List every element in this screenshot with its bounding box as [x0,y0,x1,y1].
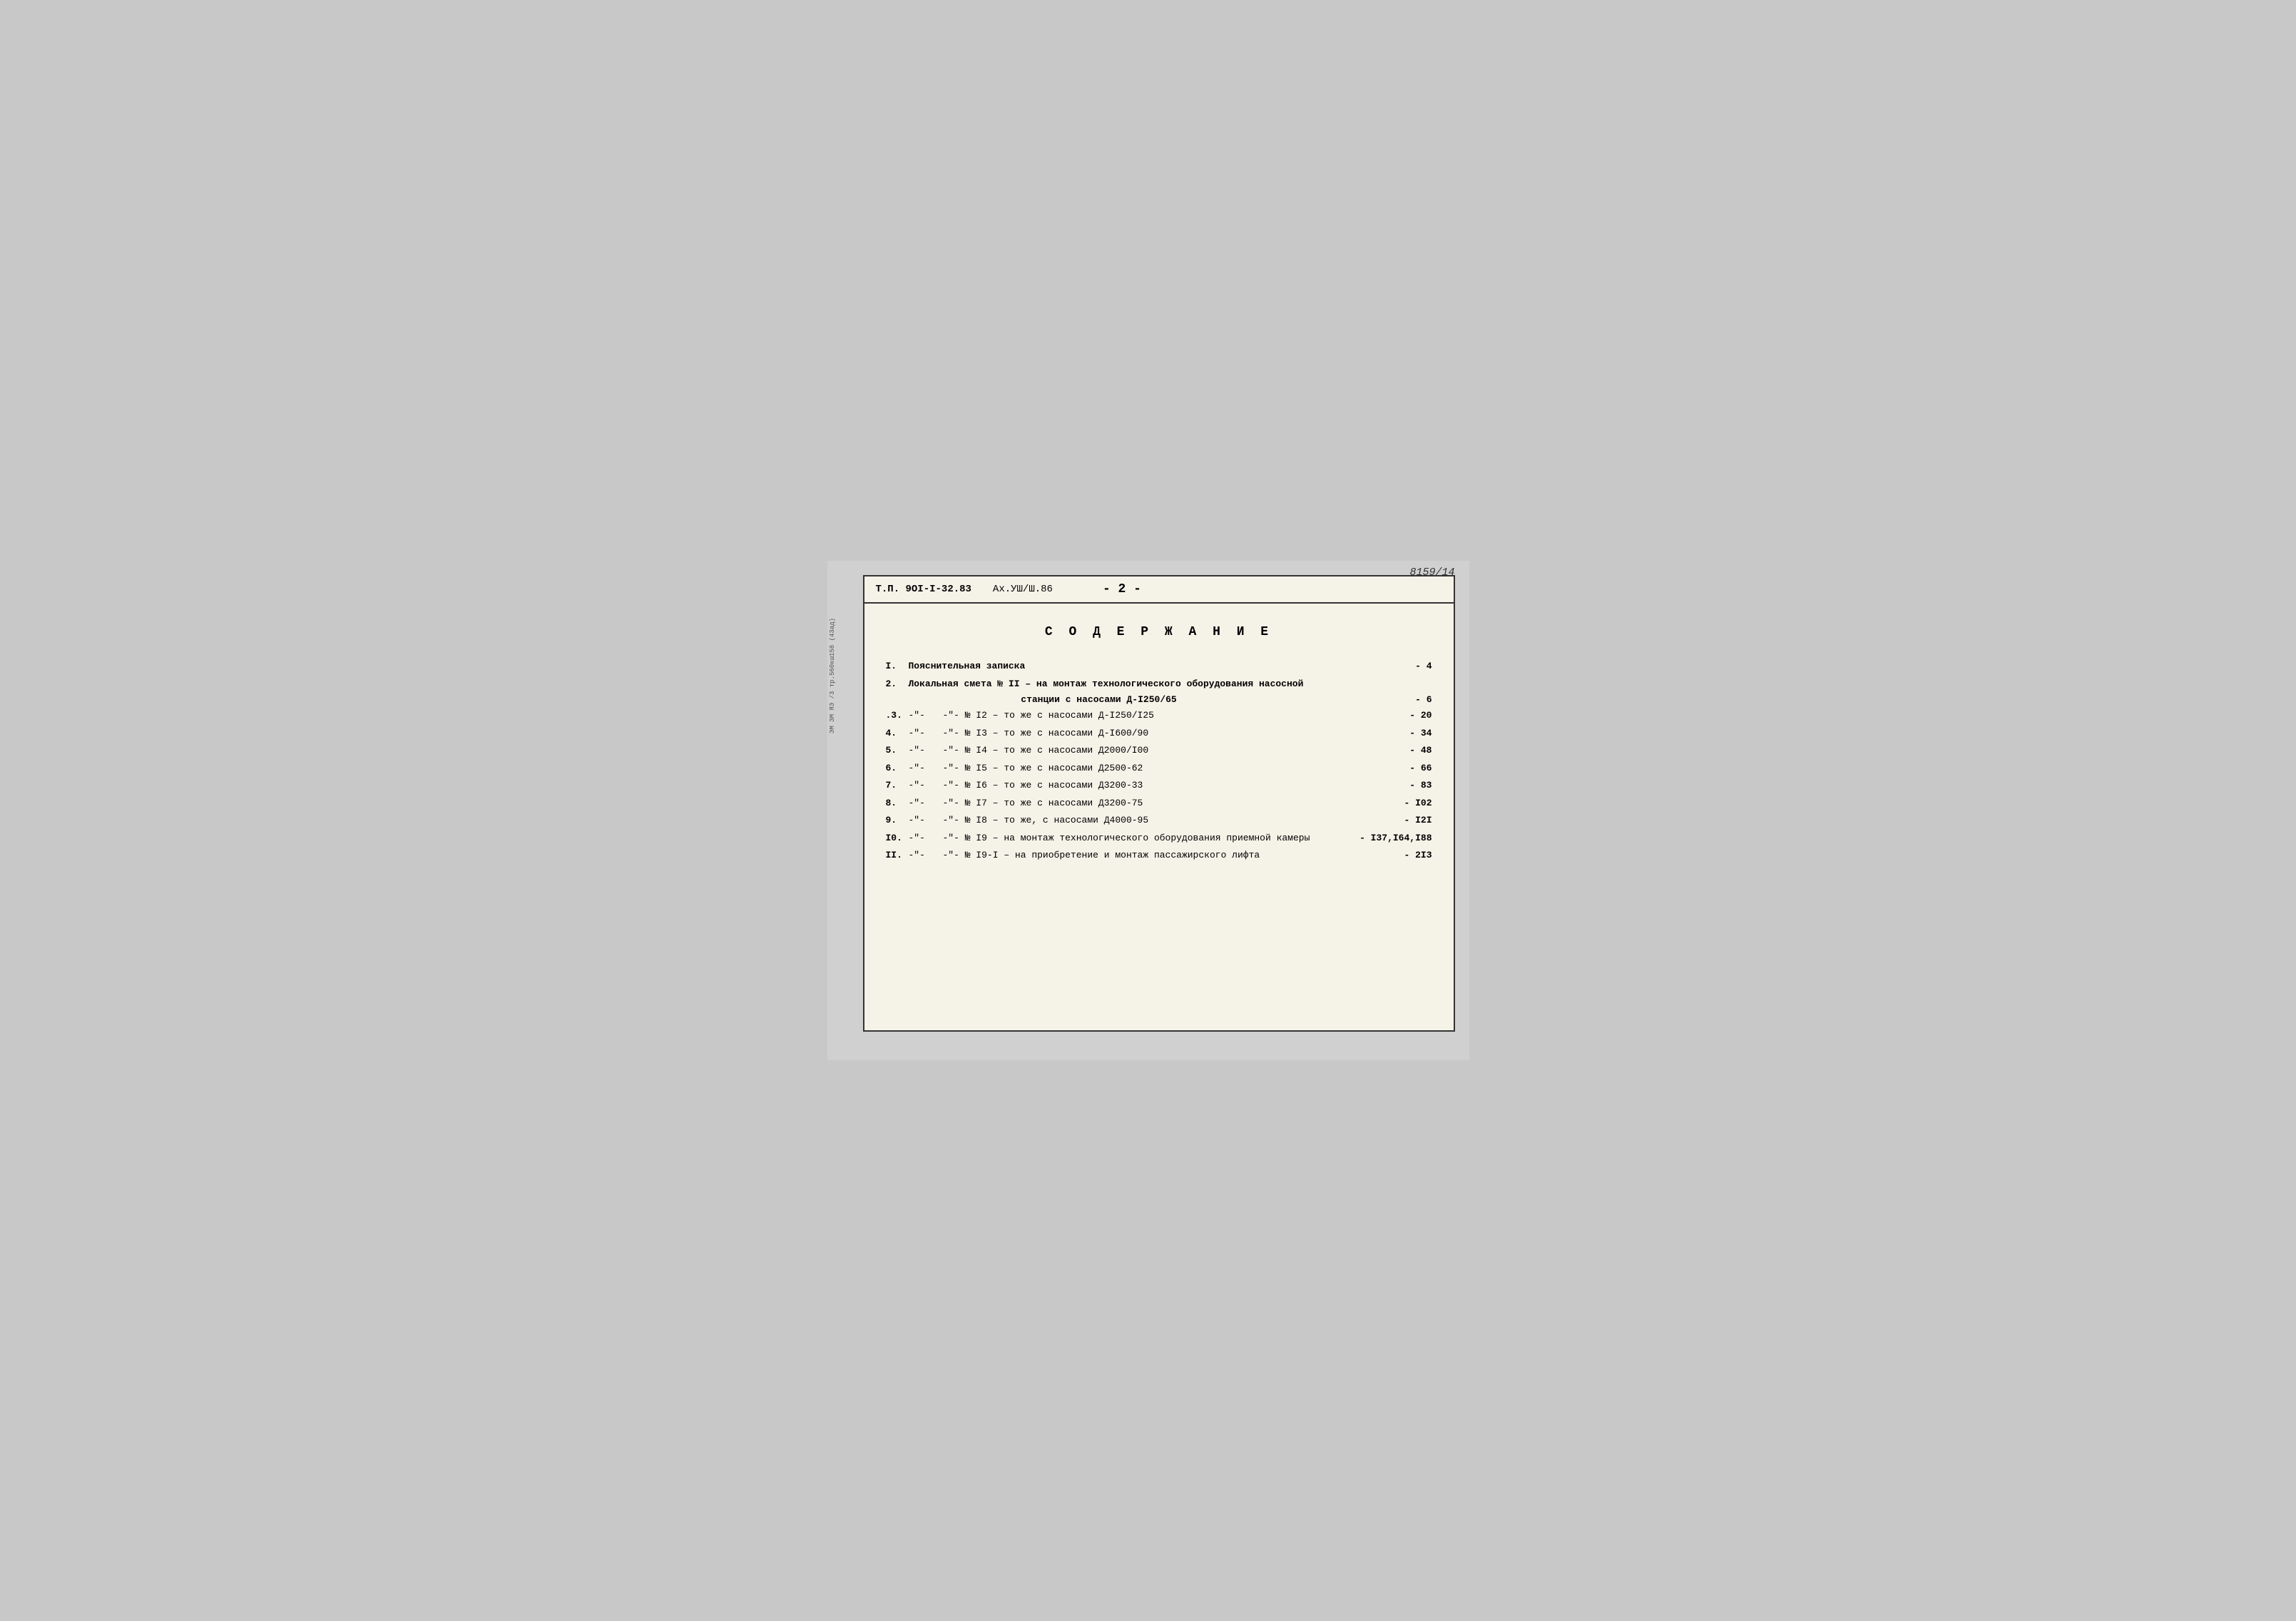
content-area: С О Д Е Р Ж А Н И Е I. Пояснительная зап… [864,604,1454,880]
entry-9-text: -"- № I8 – то же, с насосами Д4000-95 [943,813,1347,828]
toc-entry-4: 4. -"- -"- № I3 – то же с насосами Д-I60… [886,726,1432,741]
toc-entry-1: I. Пояснительная записка - 4 [886,659,1432,674]
toc-entry-9: 9. -"- -"- № I8 – то же, с насосами Д400… [886,813,1432,828]
entry-8-text: -"- № I7 – то же с насосами Д3200-75 [943,796,1347,810]
entry-4-dash: -"- [909,726,929,741]
entry-3-text: -"- № I2 – то же с насосами Д-I250/I25 [943,708,1347,723]
entry-10-dash: -"- [909,831,929,845]
entry-10-text: -"- № I9 – на монтаж технологического об… [943,831,1347,845]
entry-5-num: 5. [886,743,909,758]
entry-5-page: - 48 [1347,743,1432,758]
entry-4-text: -"- № I3 – то же с насосами Д-I600/90 [943,726,1347,741]
entry-10-num: I0. [886,831,909,845]
toc-entry-7: 7. -"- -"- № I6 – то же с насосами Д3200… [886,778,1432,793]
entry-3-dash: -"- [909,708,929,723]
entry-7-page: - 83 [1347,778,1432,793]
toc-entry-2: 2. Локальная смета № II – на монтаж техн… [886,677,1432,691]
header-ax: Ах.УШ/Ш.86 [993,584,1053,595]
entry-6-num: 6. [886,761,909,776]
left-margin-text: ЭМ ЗМ ЯЭ /3 тр.560кш158 (43ад) [829,618,836,733]
entry-1-num: I. [886,659,909,674]
entry-6-page: - 66 [1347,761,1432,776]
entry-11-text: -"- № I9-I – на приобретение и монтаж па… [943,848,1347,863]
entry-8-page: - I02 [1347,796,1432,810]
header-tp: Т.П. 9ОI-I-32.83 [876,584,971,595]
entry-5-text: -"- № I4 – то же с насосами Д2000/I00 [943,743,1347,758]
header-page: - 2 - [1103,582,1141,596]
entry-8-dash: -"- [909,796,929,810]
entry-2-num: 2. [886,677,909,691]
page-number-top: 8159/14 [1409,566,1454,579]
entry-9-page: - I2I [1347,813,1432,828]
entry-7-num: 7. [886,778,909,793]
toc-entry-10: I0. -"- -"- № I9 – на монтаж технологиче… [886,831,1432,845]
document-border: Т.П. 9ОI-I-32.83 Ах.УШ/Ш.86 - 2 - С О Д … [863,575,1455,1032]
toc-entry-3: .3. -"- -"- № I2 – то же с насосами Д-I2… [886,708,1432,723]
entry-8-num: 8. [886,796,909,810]
entry-6-text: -"- № I5 – то же с насосами Д2500-62 [943,761,1347,776]
entry-1-text: Пояснительная записка [909,659,1347,674]
page-wrapper: 8159/14 ЭМ ЗМ ЯЭ /3 тр.560кш158 (43ад) Т… [827,561,1469,1060]
entry-3-num: .3. [886,708,909,723]
entry-11-page: - 2I3 [1347,848,1432,863]
entry-4-page: - 34 [1347,726,1432,741]
toc-entry-5: 5. -"- -"- № I4 – то же с насосами Д2000… [886,743,1432,758]
toc-entry-8: 8. -"- -"- № I7 – то же с насосами Д3200… [886,796,1432,810]
entry-11-dash: -"- [909,848,929,863]
entry-2-text: Локальная смета № II – на монтаж техноло… [909,677,1347,691]
entry-5-dash: -"- [909,743,929,758]
entry-9-num: 9. [886,813,909,828]
toc-entry-11: II. -"- -"- № I9-I – на приобретение и м… [886,848,1432,863]
entry-7-dash: -"- [909,778,929,793]
entry-3-page: - 20 [1347,708,1432,723]
entry-1-page: - 4 [1347,659,1432,674]
entry-11-num: II. [886,848,909,863]
entry-10-page: - I37,I64,I88 [1347,831,1432,845]
entry-7-text: -"- № I6 – то же с насосами Д3200-33 [943,778,1347,793]
entry-6-dash: -"- [909,761,929,776]
entry-9-dash: -"- [909,813,929,828]
document-title: С О Д Е Р Ж А Н И Е [886,625,1432,639]
entry-4-num: 4. [886,726,909,741]
document-header: Т.П. 9ОI-I-32.83 Ах.УШ/Ш.86 - 2 - [864,576,1454,604]
toc-entry-6: 6. -"- -"- № I5 – то же с насосами Д2500… [886,761,1432,776]
toc-entry-2-sub: станции с насосами Д-I250/65 - 6 [886,694,1432,705]
